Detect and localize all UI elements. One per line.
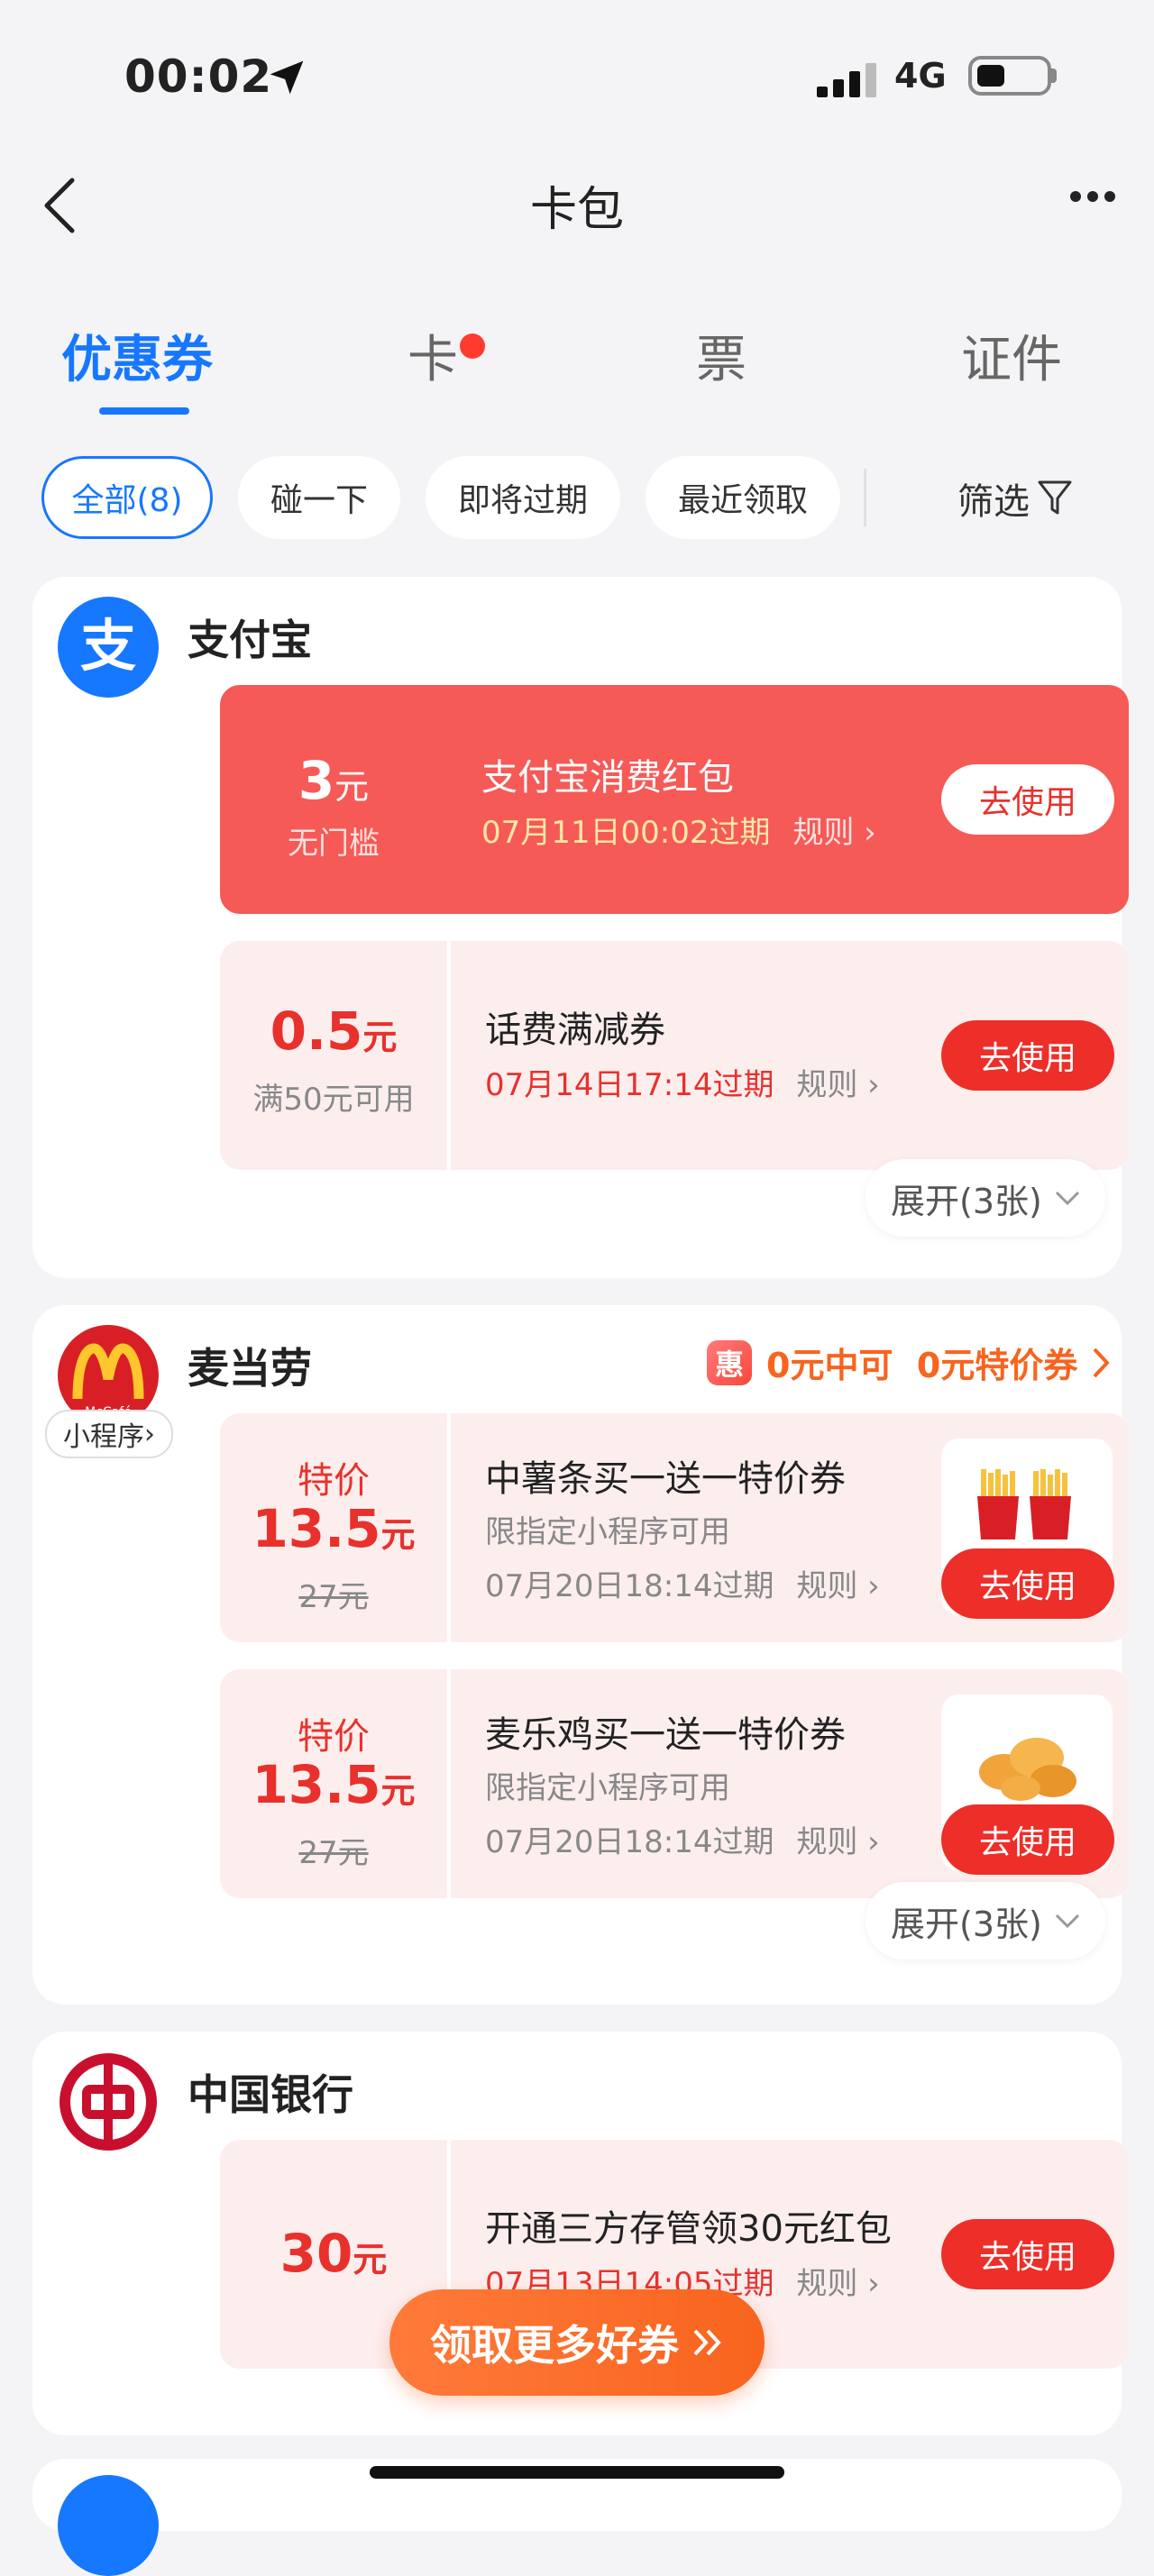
coupon-card[interactable]: 特价 13.5元 27元 中薯条买一送一特价券 限指定小程序可用 07月20日1… xyxy=(220,1413,1129,1642)
coupon-unit: 元 xyxy=(334,767,370,807)
filter-chip-expiring[interactable]: 即将过期 xyxy=(426,456,620,539)
double-chevron-right-icon xyxy=(693,2329,721,2356)
use-button[interactable]: 去使用 xyxy=(941,1020,1114,1091)
promo-badge: 惠 xyxy=(707,1339,752,1385)
coupon-expiry: 07月20日18:14过期 xyxy=(485,1824,774,1860)
filter-chip-tap[interactable]: 碰一下 xyxy=(238,456,400,539)
chevron-down-icon xyxy=(1055,1191,1079,1206)
coupon-tag: 特价 xyxy=(298,1460,370,1502)
coupon-amount-panel: 3元 无门槛 xyxy=(220,685,447,914)
coupon-info-panel: 话费满减券 07月14日17:14过期 规则 › 去使用 xyxy=(451,941,1129,1170)
notification-dot xyxy=(460,333,485,359)
coupon-title: 开通三方存管领30元红包 xyxy=(485,2208,892,2250)
coupon-card[interactable]: 特价 13.5元 27元 麦乐鸡买一送一特价券 限指定小程序可用 07月20日1… xyxy=(220,1669,1129,1898)
expand-button[interactable]: 展开(3张) xyxy=(866,1159,1105,1237)
cellular-signal-icon xyxy=(817,63,876,97)
coupon-expiry-row: 07月11日00:02过期 规则 › xyxy=(481,808,876,852)
use-button[interactable]: 去使用 xyxy=(941,2219,1114,2289)
coupon-tag: 特价 xyxy=(298,1716,370,1758)
coupon-amount: 13.5 xyxy=(252,1754,381,1815)
expand-label: 展开(3张) xyxy=(891,1181,1042,1221)
coupon-title: 话费满减券 xyxy=(485,1009,665,1051)
expand-button[interactable]: 展开(3张) xyxy=(866,1882,1105,1959)
coupon-title: 中薯条买一送一特价券 xyxy=(485,1458,846,1500)
original-price: 27元 xyxy=(298,1579,369,1615)
filter-chip-all[interactable]: 全部(8) xyxy=(41,456,213,539)
funnel-icon xyxy=(1038,480,1072,515)
rule-link[interactable]: 规则 › xyxy=(796,1824,879,1860)
coupon-card[interactable]: 3元 无门槛 支付宝消费红包 07月11日00:02过期 规则 › 去使用 xyxy=(220,685,1129,914)
coupon-amount: 13.5 xyxy=(252,1498,381,1559)
coupon-expiry: 07月20日18:14过期 xyxy=(485,1568,774,1604)
status-time: 00:02 xyxy=(124,50,273,103)
merchant-card-alipay: 支 支付宝 3元 无门槛 支付宝消费红包 07月11日00:02过期 规则 › … xyxy=(32,577,1129,1278)
battery-icon xyxy=(968,56,1051,96)
rule-link[interactable]: 规则 › xyxy=(796,2266,879,2302)
tab-tickets[interactable]: 票 xyxy=(696,319,746,392)
use-button[interactable]: 去使用 xyxy=(941,1804,1114,1875)
coupon-amount-panel: 0.5元 满50元可用 xyxy=(220,941,447,1170)
coupon-amount: 0.5 xyxy=(270,1000,363,1062)
coupon-unit: 元 xyxy=(353,2240,388,2279)
coupon-expiry-row: 07月20日18:14过期 规则 › xyxy=(485,1561,880,1605)
network-type: 4G xyxy=(894,56,947,96)
coupon-subtitle: 限指定小程序可用 xyxy=(485,1514,730,1550)
alipay-logo: 支 xyxy=(58,597,159,698)
coupon-expiry: 07月14日17:14过期 xyxy=(485,1067,774,1103)
tab-active-indicator xyxy=(99,407,189,415)
cta-label: 领取更多好券 xyxy=(430,2321,679,2370)
merchant-name: 中国银行 xyxy=(188,2070,353,2119)
get-more-coupons-button[interactable]: 领取更多好券 xyxy=(389,2289,765,2396)
coupon-condition: 无门槛 xyxy=(288,826,380,862)
home-indicator xyxy=(370,2466,784,2479)
coupon-unit: 元 xyxy=(380,1515,416,1555)
rule-link[interactable]: 规则 › xyxy=(796,1067,879,1103)
coupon-amount: 30 xyxy=(279,2223,353,2284)
coupon-expiry-row: 07月20日18:14过期 规则 › xyxy=(485,1817,880,1861)
coupon-unit: 元 xyxy=(380,1771,416,1811)
coupon-condition: 满50元可用 xyxy=(252,1082,415,1118)
rule-link[interactable]: 规则 › xyxy=(792,815,875,851)
coupon-amount-panel: 特价 13.5元 27元 xyxy=(220,1669,447,1898)
filter-label: 筛选 xyxy=(957,481,1030,523)
chevron-down-icon xyxy=(1055,1914,1079,1929)
svg-text:支: 支 xyxy=(80,613,136,679)
coupon-subtitle: 限指定小程序可用 xyxy=(485,1770,730,1806)
merchant-name: 支付宝 xyxy=(188,616,312,664)
page-title: 卡包 xyxy=(529,183,624,237)
coupon-info-panel: 支付宝消费红包 07月11日00:02过期 规则 › 去使用 xyxy=(447,685,1129,914)
bank-of-china-logo xyxy=(58,2051,159,2152)
mini-program-badge[interactable]: 小程序 › xyxy=(45,1410,173,1458)
promo-link[interactable]: 惠 0元中可 0元特价券 xyxy=(707,1338,1111,1387)
use-button[interactable]: 去使用 xyxy=(941,1548,1114,1619)
filter-chip-recent[interactable]: 最近领取 xyxy=(646,456,840,539)
battery-tip xyxy=(1051,69,1057,83)
merchant-name: 麦当劳 xyxy=(188,1344,312,1393)
merchant-logo xyxy=(58,2475,159,2576)
more-icon[interactable] xyxy=(1069,189,1116,204)
coupon-amount: 3 xyxy=(298,750,335,811)
promo-text: 0元中可 0元特价券 xyxy=(766,1346,1078,1385)
merchant-card-mcdonalds: McCafé 小程序› 麦当劳 惠 0元中可 0元特价券 特价 13.5元 27… xyxy=(32,1305,1129,2005)
filter-button[interactable]: 筛选 xyxy=(957,472,1073,525)
coupon-title: 麦乐鸡买一送一特价券 xyxy=(485,1714,846,1756)
coupon-info-panel: 中薯条买一送一特价券 限指定小程序可用 07月20日18:14过期 规则 › 去… xyxy=(451,1413,1129,1642)
tab-coupons[interactable]: 优惠券 xyxy=(61,319,213,392)
coupon-info-panel: 麦乐鸡买一送一特价券 限指定小程序可用 07月20日18:14过期 规则 › 去… xyxy=(451,1669,1129,1898)
expand-label: 展开(3张) xyxy=(891,1904,1042,1944)
coupon-card[interactable]: 0.5元 满50元可用 话费满减券 07月14日17:14过期 规则 › 去使用 xyxy=(220,941,1129,1170)
coupon-unit: 元 xyxy=(362,1018,398,1057)
rule-link[interactable]: 规则 › xyxy=(796,1568,879,1604)
chevron-right-icon xyxy=(1093,1347,1111,1377)
coupon-expiry: 07月11日00:02过期 xyxy=(481,815,771,851)
coupon-amount-panel: 特价 13.5元 27元 xyxy=(220,1413,447,1642)
coupon-title: 支付宝消费红包 xyxy=(481,757,734,799)
divider xyxy=(864,469,866,526)
location-arrow-icon xyxy=(270,60,304,95)
tab-cards[interactable]: 卡 xyxy=(408,319,458,392)
tab-documents[interactable]: 证件 xyxy=(961,319,1062,392)
use-button[interactable]: 去使用 xyxy=(941,764,1114,835)
original-price: 27元 xyxy=(298,1835,369,1871)
coupon-expiry-row: 07月14日17:14过期 规则 › xyxy=(485,1060,880,1104)
